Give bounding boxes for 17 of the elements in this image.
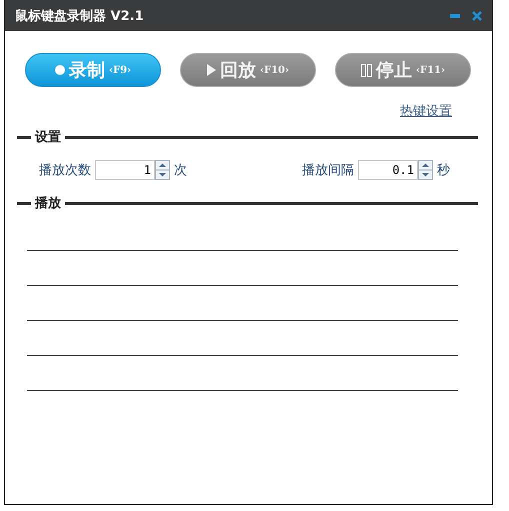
field-label: 播放间隔 [302, 162, 354, 179]
number-field[interactable]: 1 [95, 160, 155, 180]
spinner-icon[interactable] [155, 160, 170, 180]
close-icon[interactable] [472, 10, 482, 20]
minimize-icon[interactable] [450, 14, 460, 18]
window-title: 鼠标键盘录制器 V2.1 [15, 8, 144, 24]
unit-label: 次 [174, 162, 187, 179]
section-title: 设置 [35, 129, 61, 146]
number-field[interactable]: 0.1 [358, 160, 418, 180]
field-label: 播放次数 [39, 162, 91, 179]
play-icon [206, 64, 216, 76]
hotkey-settings-link[interactable]: 热键设置 [400, 102, 452, 120]
pause-icon [360, 64, 372, 76]
unit-label: 秒 [437, 162, 450, 179]
spinner-icon[interactable] [418, 160, 433, 180]
section-title: 播放 [35, 195, 61, 212]
dot-icon [54, 65, 65, 75]
